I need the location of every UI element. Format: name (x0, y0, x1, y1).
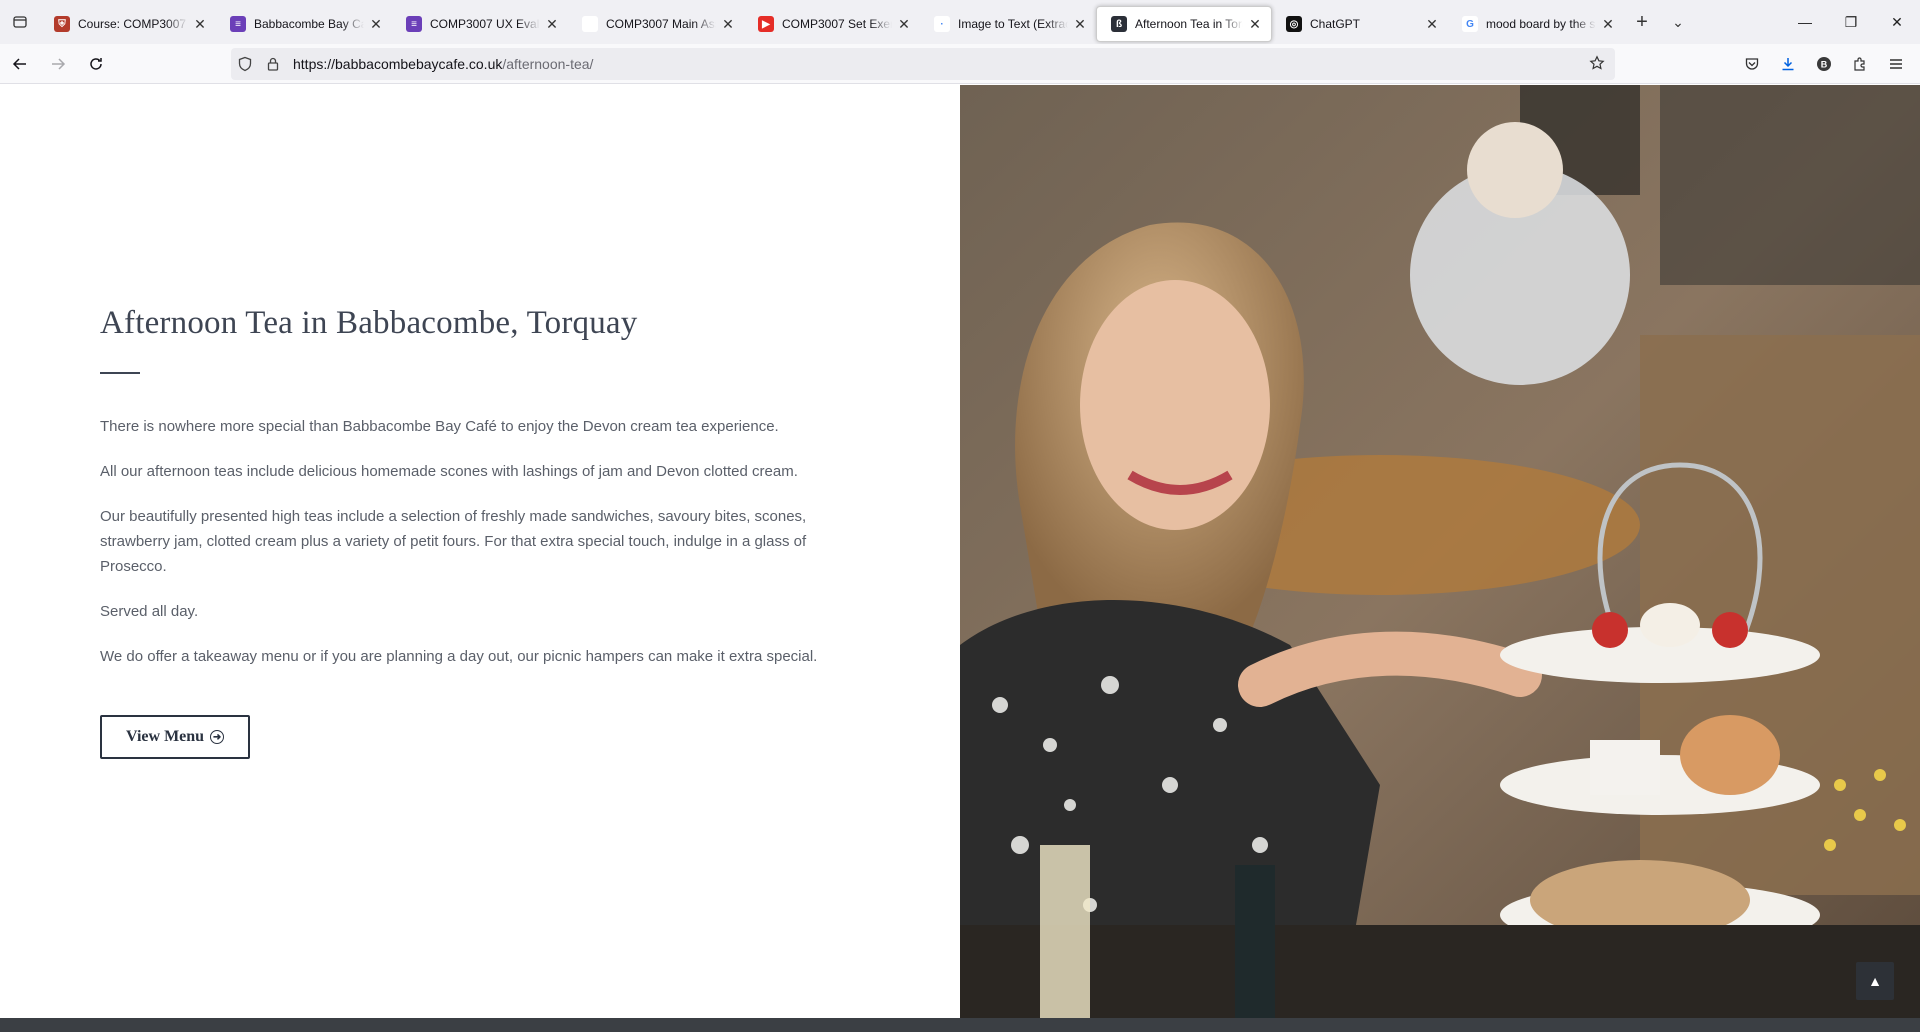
new-tab-button[interactable]: + (1624, 4, 1660, 40)
tab-title: Course: COMP3007 HCI (78, 17, 188, 31)
tabs-container: ⛨ Course: COMP3007 HCI ✕ ≡ Babbacombe Bay Ca… (40, 2, 1624, 42)
tab-favicon-icon (582, 16, 598, 32)
tab-close-icon[interactable]: ✕ (720, 16, 736, 32)
tab-favicon-icon: ⛨ (54, 16, 70, 32)
account-button[interactable]: B (1806, 48, 1842, 80)
tab-title: mood board by the sea (1486, 17, 1596, 31)
hamburger-icon (1890, 59, 1902, 69)
url-text[interactable]: https://babbacombebaycafe.co.uk/afternoo… (293, 56, 593, 72)
svg-text:B: B (1821, 60, 1828, 70)
tab-close-icon[interactable]: ✕ (1424, 16, 1440, 32)
served-paragraph: Served all day. (100, 603, 199, 620)
view-menu-label: View Menu (126, 728, 205, 745)
high-tea-paragraph: Our beautifully presented high teas incl… (100, 508, 807, 575)
tab-title: Babbacombe Bay Cafe (254, 17, 364, 31)
profile-avatar-icon: B (1817, 57, 1831, 71)
navigation-toolbar: https://babbacombebaycafe.co.uk/afternoo… (0, 44, 1920, 84)
tab-close-icon[interactable]: ✕ (544, 16, 560, 32)
pocket-button[interactable] (1734, 48, 1770, 80)
forward-arrow-icon (52, 57, 66, 70)
heading-divider (100, 372, 140, 374)
arrow-circle-right-icon: ➜ (210, 730, 225, 744)
tab-close-icon[interactable]: ✕ (1600, 16, 1616, 32)
pocket-icon (1745, 58, 1759, 70)
afternoon-tea-section: Afternoon Tea in Babbacombe, Torquay The… (100, 305, 860, 759)
scones-paragraph: All our afternoon teas include delicious… (100, 463, 798, 480)
browser-tab[interactable]: ▶ COMP3007 Set Exercise ✕ (744, 6, 920, 42)
takeaway-paragraph: We do offer a takeaway menu or if you ar… (100, 648, 818, 665)
tab-favicon-icon: ▶ (758, 16, 774, 32)
footer-strip (0, 1018, 1920, 1032)
chevron-up-icon: ▲ (1868, 973, 1882, 989)
close-window-button[interactable]: ✕ (1874, 0, 1920, 44)
tab-list-icon (13, 16, 27, 28)
afternoon-tea-photo: ▲ (960, 85, 1920, 1018)
tab-title: COMP3007 UX Evaluation (430, 17, 540, 31)
reload-button[interactable] (78, 48, 114, 80)
back-button[interactable] (2, 48, 38, 80)
url-path: /afternoon-tea/ (502, 56, 594, 72)
tab-close-icon[interactable]: ✕ (896, 16, 912, 32)
restore-button[interactable]: ❐ (1828, 0, 1874, 44)
minimize-icon: — (1798, 14, 1812, 30)
url-bar[interactable]: https://babbacombebaycafe.co.uk/afternoo… (231, 48, 1615, 80)
scroll-to-top-button[interactable]: ▲ (1856, 962, 1894, 1000)
tab-close-icon[interactable]: ✕ (1072, 16, 1088, 32)
web-page: Afternoon Tea in Babbacombe, Torquay The… (0, 85, 1920, 1032)
tab-favicon-icon: · (934, 16, 950, 32)
browser-tab[interactable]: ⛨ Course: COMP3007 HCI ✕ (40, 6, 216, 42)
tab-title: ChatGPT (1310, 17, 1361, 31)
tab-strip: ⛨ Course: COMP3007 HCI ✕ ≡ Babbacombe Bay Ca… (0, 0, 1920, 44)
close-icon: ✕ (1891, 13, 1903, 30)
minimize-button[interactable]: — (1782, 0, 1828, 44)
view-menu-button[interactable]: View Menu ➜ (100, 715, 251, 759)
browser-tab[interactable]: ≡ COMP3007 UX Evaluation ✕ (392, 6, 568, 42)
tab-favicon-icon: G (1462, 16, 1478, 32)
bookmark-star-icon[interactable] (1589, 55, 1605, 76)
tab-close-icon[interactable]: ✕ (192, 16, 208, 32)
downloads-button[interactable] (1770, 48, 1806, 80)
extensions-button[interactable] (1842, 48, 1878, 80)
reload-icon (90, 57, 102, 70)
tab-title: Afternoon Tea in Torquay (1135, 17, 1243, 31)
browser-tab[interactable]: Gmood board by the sea ✕ (1448, 6, 1624, 42)
tab-favicon-icon: ◎ (1286, 16, 1302, 32)
tab-favicon-icon: ß (1111, 16, 1127, 32)
restore-icon: ❐ (1844, 13, 1858, 30)
browser-tab[interactable]: · Image to Text (Extract Text ✕ (920, 6, 1096, 42)
tab-overflow-button[interactable]: ⌄ (1660, 4, 1696, 40)
tab-favicon-icon: ≡ (230, 16, 246, 32)
back-arrow-icon (12, 57, 26, 70)
tab-favicon-icon: ≡ (406, 16, 422, 32)
chevron-down-icon: ⌄ (1672, 13, 1684, 30)
app-menu-button[interactable] (1878, 48, 1914, 80)
browser-tab[interactable]: ≡ Babbacombe Bay Cafe ✕ (216, 6, 392, 42)
lock-icon[interactable] (259, 56, 287, 72)
puzzle-icon (1854, 57, 1865, 71)
url-host: https://babbacombebaycafe.co.uk (293, 56, 503, 72)
browser-tab[interactable]: ◎ ChatGPT ✕ (1272, 6, 1448, 42)
tab-title: Image to Text (Extract Text (958, 17, 1068, 31)
toolbar-right-buttons: B (1734, 48, 1914, 80)
forward-button[interactable] (40, 48, 76, 80)
browser-tab[interactable]: COMP3007 Main Assessment ✕ (568, 6, 744, 42)
download-icon (1782, 58, 1794, 71)
tracking-protection-icon[interactable] (231, 56, 259, 72)
browser-tab[interactable]: ß Afternoon Tea in Torquay ✕ (1096, 6, 1272, 42)
list-all-tabs-button[interactable] (0, 0, 40, 44)
intro-paragraph: There is nowhere more special than Babba… (100, 418, 779, 435)
tab-close-icon[interactable]: ✕ (1247, 16, 1263, 32)
window-controls: — ❐ ✕ (1782, 0, 1920, 44)
tab-title: COMP3007 Main Assessment (606, 17, 716, 31)
tab-close-icon[interactable]: ✕ (368, 16, 384, 32)
tab-title: COMP3007 Set Exercise (782, 17, 892, 31)
page-title: Afternoon Tea in Babbacombe, Torquay (100, 305, 638, 341)
plus-icon: + (1636, 10, 1648, 33)
